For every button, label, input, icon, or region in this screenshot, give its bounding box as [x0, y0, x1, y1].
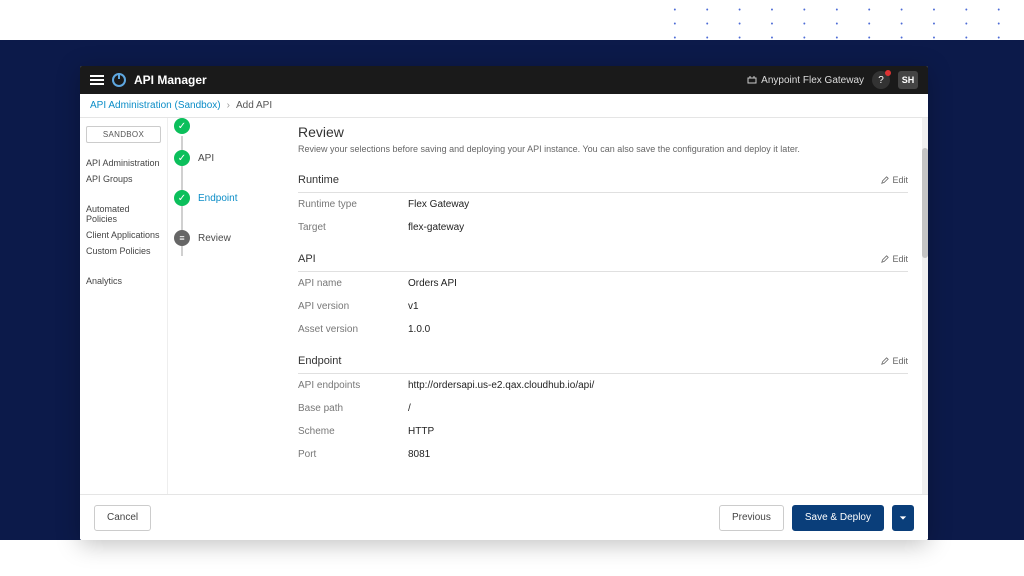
- review-subtitle: Review your selections before saving and…: [298, 144, 908, 154]
- checkmark-icon: ✓: [174, 150, 190, 166]
- row-scheme: SchemeHTTP: [298, 420, 908, 443]
- scrollbar[interactable]: [922, 118, 928, 494]
- section-endpoint: Endpoint Edit API endpointshttp://orders…: [298, 349, 908, 466]
- wizard-stepper: ✓ ✓ API ✓ Endpoint Review: [168, 118, 268, 494]
- pencil-icon: [881, 357, 889, 365]
- gateway-icon: [747, 75, 757, 85]
- row-api-endpoints: API endpointshttp://ordersapi.us-e2.qax.…: [298, 374, 908, 397]
- nav-item-api-groups[interactable]: API Groups: [86, 171, 161, 187]
- save-and-deploy-button[interactable]: Save & Deploy: [792, 505, 884, 531]
- app-title: API Manager: [134, 73, 207, 87]
- cancel-button[interactable]: Cancel: [94, 505, 151, 531]
- row-base-path: Base path/: [298, 397, 908, 420]
- chevron-down-icon: [899, 514, 907, 522]
- breadcrumb-separator: ›: [227, 100, 230, 111]
- row-api-version: API versionv1: [298, 295, 908, 318]
- row-target: Targetflex-gateway: [298, 216, 908, 239]
- step-endpoint[interactable]: ✓ Endpoint: [174, 178, 268, 218]
- wizard-footer: Cancel Previous Save & Deploy: [80, 494, 928, 540]
- edit-endpoint-button[interactable]: Edit: [881, 356, 908, 366]
- app-window: API Manager Anypoint Flex Gateway ? SH A…: [80, 66, 928, 540]
- gateway-label: Anypoint Flex Gateway: [761, 75, 864, 86]
- hamburger-icon[interactable]: [90, 75, 104, 85]
- help-button[interactable]: ?: [872, 71, 890, 89]
- section-api-title: API: [298, 253, 881, 265]
- edit-api-button[interactable]: Edit: [881, 254, 908, 264]
- nav-item-analytics[interactable]: Analytics: [86, 273, 161, 289]
- step-endpoint-label: Endpoint: [198, 193, 237, 204]
- step-api-label: API: [198, 153, 214, 164]
- scrollbar-thumb[interactable]: [922, 148, 928, 258]
- environment-badge[interactable]: SANDBOX: [86, 126, 161, 143]
- mulesoft-logo-icon: [112, 73, 126, 87]
- step-api[interactable]: ✓ API: [174, 138, 268, 178]
- section-api: API Edit API nameOrders API API versionv…: [298, 247, 908, 341]
- step-review[interactable]: Review: [174, 218, 268, 258]
- nav-group-3: Analytics: [86, 273, 161, 289]
- pencil-icon: [881, 255, 889, 263]
- gateway-selector[interactable]: Anypoint Flex Gateway: [747, 75, 864, 86]
- section-endpoint-title: Endpoint: [298, 355, 881, 367]
- checkmark-icon: ✓: [174, 118, 190, 134]
- review-panel: Review Review your selections before sav…: [268, 118, 928, 494]
- row-runtime-type: Runtime typeFlex Gateway: [298, 193, 908, 216]
- breadcrumb: API Administration (Sandbox) › Add API: [80, 94, 928, 118]
- title-bar: API Manager Anypoint Flex Gateway ? SH: [80, 66, 928, 94]
- checkmark-icon: ✓: [174, 190, 190, 206]
- step-hidden-prior: ✓: [174, 128, 268, 138]
- nav-group-1: API Administration API Groups: [86, 155, 161, 187]
- nav-item-api-administration[interactable]: API Administration: [86, 155, 161, 171]
- user-avatar[interactable]: SH: [898, 71, 918, 89]
- left-nav: SANDBOX API Administration API Groups Au…: [80, 118, 168, 494]
- breadcrumb-current: Add API: [236, 100, 272, 111]
- row-api-name: API nameOrders API: [298, 272, 908, 295]
- nav-group-2: Automated Policies Client Applications C…: [86, 201, 161, 259]
- nav-item-automated-policies[interactable]: Automated Policies: [86, 201, 161, 227]
- pencil-icon: [881, 176, 889, 184]
- section-runtime: Runtime Edit Runtime typeFlex Gateway Ta…: [298, 168, 908, 239]
- row-asset-version: Asset version1.0.0: [298, 318, 908, 341]
- step-review-label: Review: [198, 233, 231, 244]
- review-title: Review: [298, 124, 908, 140]
- row-port: Port8081: [298, 443, 908, 466]
- nav-item-client-applications[interactable]: Client Applications: [86, 227, 161, 243]
- save-deploy-dropdown-button[interactable]: [892, 505, 914, 531]
- breadcrumb-parent-link[interactable]: API Administration (Sandbox): [90, 100, 221, 111]
- review-step-icon: [174, 230, 190, 246]
- section-runtime-title: Runtime: [298, 174, 881, 186]
- nav-item-custom-policies[interactable]: Custom Policies: [86, 243, 161, 259]
- previous-button[interactable]: Previous: [719, 505, 784, 531]
- edit-runtime-button[interactable]: Edit: [881, 175, 908, 185]
